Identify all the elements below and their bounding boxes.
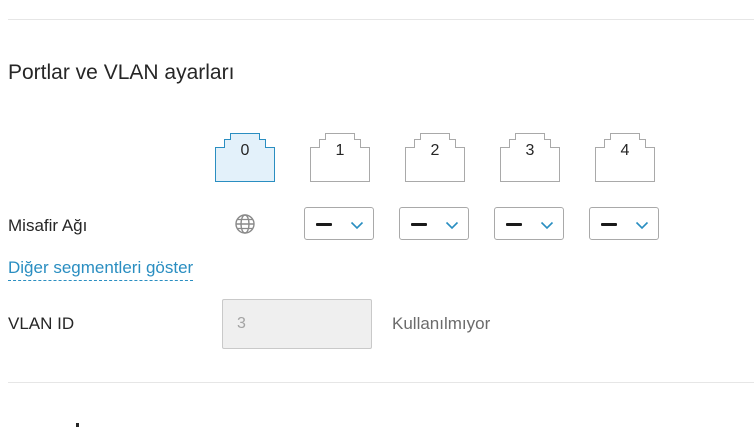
clipped-text-fragment	[76, 423, 79, 427]
port-label: 1	[335, 142, 345, 159]
unassigned-dash-icon	[316, 223, 332, 226]
globe-icon	[234, 213, 256, 235]
port-vlan-settings-page: Portlar ve VLAN ayarları 0 1 2 3 4 Misaf…	[0, 0, 754, 427]
chevron-down-icon	[635, 221, 649, 230]
port-2[interactable]: 2	[405, 129, 465, 182]
port-label: 3	[525, 142, 535, 159]
unassigned-dash-icon	[411, 223, 427, 226]
unassigned-dash-icon	[601, 223, 617, 226]
port-4[interactable]: 4	[595, 129, 655, 182]
port-label: 0	[240, 142, 250, 159]
guest-port-3-select[interactable]	[494, 207, 564, 240]
unassigned-dash-icon	[506, 223, 522, 226]
guest-port-4-select[interactable]	[589, 207, 659, 240]
port-1[interactable]: 1	[310, 129, 370, 182]
port-label: 2	[430, 142, 440, 159]
chevron-down-icon	[540, 221, 554, 230]
port-3[interactable]: 3	[500, 129, 560, 182]
top-divider	[8, 19, 754, 20]
vlan-status-text: Kullanılmıyor	[392, 314, 491, 333]
port-0[interactable]: 0	[215, 129, 275, 182]
vlan-id-label: VLAN ID	[8, 314, 75, 333]
bottom-divider	[8, 382, 754, 383]
chevron-down-icon	[350, 221, 364, 230]
chevron-down-icon	[445, 221, 459, 230]
show-other-segments-link[interactable]: Diğer segmentleri göster	[8, 257, 194, 281]
guest-network-label: Misafir Ağı	[8, 216, 88, 235]
port-label: 4	[620, 142, 630, 159]
section-title: Portlar ve VLAN ayarları	[8, 61, 235, 84]
vlan-id-input[interactable]	[222, 299, 372, 349]
guest-port-2-select[interactable]	[399, 207, 469, 240]
guest-port-1-select[interactable]	[304, 207, 374, 240]
